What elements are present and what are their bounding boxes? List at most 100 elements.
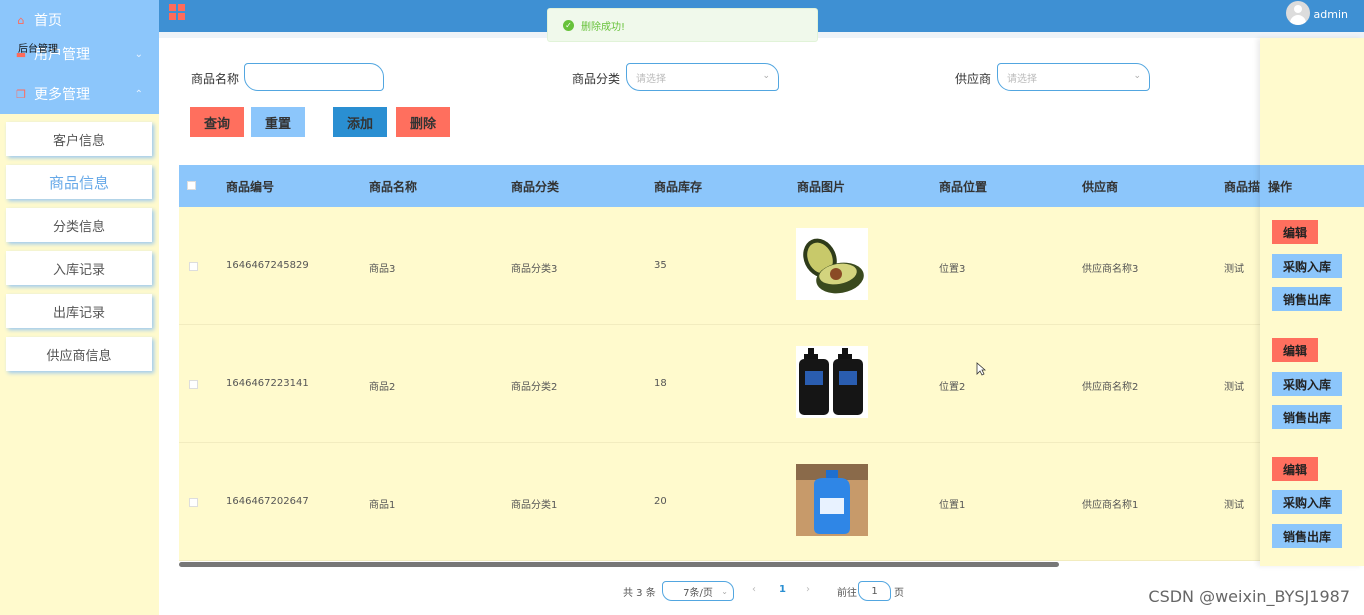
row-checkbox[interactable] — [189, 498, 198, 507]
product-name-input[interactable] — [244, 63, 384, 91]
cell-product-id: 1646467245829 — [226, 260, 309, 271]
submenu-item-supplier[interactable]: 供应商信息 — [6, 337, 152, 371]
chevron-down-icon: ⌄ — [721, 586, 728, 596]
edit-button[interactable]: 编辑 — [1272, 338, 1318, 362]
header-product-name[interactable]: 商品名称 — [369, 178, 417, 195]
submenu-item-stock-in[interactable]: 入库记录 — [6, 251, 152, 285]
add-button[interactable]: 添加 — [333, 107, 387, 137]
chevron-down-icon: ⌄ — [1133, 71, 1141, 81]
cell-product-category: 商品分类2 — [511, 382, 558, 393]
check-circle-icon: ✓ — [563, 19, 574, 31]
delete-button[interactable]: 删除 — [396, 107, 450, 137]
reset-button[interactable]: 重置 — [251, 107, 305, 137]
page-number-current[interactable]: 1 — [779, 584, 786, 595]
chevron-down-icon: ⌄ — [134, 48, 143, 60]
select-all-checkbox[interactable] — [187, 181, 196, 190]
mouse-cursor-icon — [976, 362, 986, 376]
submenu-item-customer[interactable]: 客户信息 — [6, 122, 152, 156]
supplier-placeholder: 请选择 — [1007, 73, 1037, 85]
copy-icon: ❐ — [16, 87, 26, 101]
cell-supplier: 供应商名称1 — [1082, 500, 1139, 511]
sales-out-button[interactable]: 销售出库 — [1272, 405, 1342, 429]
header-product-location[interactable]: 商品位置 — [939, 178, 987, 195]
page-size-value: 7条/页 — [683, 587, 713, 599]
goto-page-value: 1 — [871, 585, 878, 597]
goto-suffix: 页 — [894, 588, 904, 599]
goto-page-input[interactable]: 1 — [858, 581, 891, 601]
operation-column: 操作 编辑 采购入库 销售出库 编辑 采购入库 销售出库 编辑 采购入库 销售出… — [1260, 38, 1364, 566]
purchase-in-button[interactable]: 采购入库 — [1272, 490, 1342, 514]
submenu-item-stock-out[interactable]: 出库记录 — [6, 294, 152, 328]
sidebar-item-more-management[interactable]: ❐ 更多管理 ⌃ — [0, 74, 159, 114]
avatar[interactable] — [1286, 1, 1310, 25]
goto-prefix: 前往 — [837, 588, 857, 599]
sales-out-button[interactable]: 销售出库 — [1272, 524, 1342, 548]
purchase-in-button[interactable]: 采购入库 — [1272, 254, 1342, 278]
prev-page-icon[interactable]: ‹ — [752, 584, 756, 595]
cell-desc: 测试 — [1224, 264, 1244, 275]
supplier-label: 供应商 — [955, 72, 992, 86]
avocado-image — [796, 228, 868, 300]
overlay-text: 后台管理 — [18, 44, 58, 55]
row-checkbox[interactable] — [189, 380, 198, 389]
product-category-label: 商品分类 — [572, 72, 621, 86]
cell-supplier: 供应商名称2 — [1082, 382, 1139, 393]
cell-desc: 测试 — [1224, 382, 1244, 393]
home-icon: ⌂ — [17, 13, 25, 27]
table-row[interactable]: 1646467202647 商品1 商品分类1 20 位置1 供应商名称1 测试 — [179, 443, 1349, 561]
header-product-category[interactable]: 商品分类 — [511, 178, 559, 195]
detergent-image — [796, 464, 868, 536]
sidebar: ⌂ 首页 ▬ 用户管理 ⌄ ❐ 更多管理 ⌃ 后台管理 客户信息 商品信息 分类… — [0, 0, 159, 615]
header-operations: 操作 — [1268, 180, 1293, 194]
cell-product-name: 商品1 — [369, 500, 396, 511]
cell-location: 位置2 — [939, 382, 966, 393]
header-product-image[interactable]: 商品图片 — [797, 178, 845, 195]
cell-product-category: 商品分类3 — [511, 264, 558, 275]
sidebar-item-label: 更多管理 — [34, 87, 90, 103]
cell-location: 位置1 — [939, 500, 966, 511]
header-product-id[interactable]: 商品编号 — [226, 178, 274, 195]
table-row[interactable]: 1646467223141 商品2 商品分类2 18 位置2 供应商名称2 测试 — [179, 325, 1349, 443]
edit-button[interactable]: 编辑 — [1272, 457, 1318, 481]
cell-product-id: 1646467223141 — [226, 378, 309, 389]
sales-out-button[interactable]: 销售出库 — [1272, 287, 1342, 311]
purchase-in-button[interactable]: 采购入库 — [1272, 372, 1342, 396]
main-content: 商品名称 商品分类 请选择 ⌄ 供应商 请选择 ⌄ 查询 重置 添加 删除 商品… — [159, 32, 1364, 615]
table-row[interactable]: 1646467245829 商品3 商品分类3 35 位置3 供应商名称3 测试 — [179, 207, 1349, 325]
category-select[interactable]: 请选择 ⌄ — [626, 63, 779, 91]
menu-grid-icon[interactable] — [169, 4, 185, 20]
page-size-select[interactable]: 7条/页 ⌄ — [662, 581, 734, 601]
product-name-label: 商品名称 — [191, 72, 240, 86]
cell-product-stock: 35 — [654, 260, 667, 271]
header-product-stock[interactable]: 商品库存 — [654, 178, 702, 195]
mens-bottles-image — [796, 346, 868, 418]
watermark: CSDN @weixin_BYSJ1987 — [1148, 587, 1350, 606]
cell-product-name: 商品2 — [369, 382, 396, 393]
success-toast: ✓ 删除成功! — [547, 8, 818, 42]
sidebar-item-label: 首页 — [34, 13, 62, 29]
horizontal-scrollbar[interactable] — [179, 562, 1059, 567]
supplier-select[interactable]: 请选择 ⌄ — [997, 63, 1150, 91]
username[interactable]: admin — [1314, 8, 1348, 21]
cell-product-stock: 18 — [654, 378, 667, 389]
toast-message: 删除成功! — [581, 21, 626, 33]
sidebar-menu-header: ⌂ 首页 ▬ 用户管理 ⌄ ❐ 更多管理 ⌃ 后台管理 — [0, 0, 159, 114]
chevron-up-icon: ⌃ — [134, 88, 143, 100]
submenu-item-category[interactable]: 分类信息 — [6, 208, 152, 242]
submenu-item-product[interactable]: 商品信息 — [6, 165, 152, 199]
cell-location: 位置3 — [939, 264, 966, 275]
cell-supplier: 供应商名称3 — [1082, 264, 1139, 275]
table-header: 商品编号 商品名称 商品分类 商品库存 商品图片 商品位置 供应商 商品描 — [179, 165, 1349, 207]
operation-header: 操作 — [1260, 165, 1364, 207]
query-button[interactable]: 查询 — [190, 107, 244, 137]
chevron-down-icon: ⌄ — [762, 71, 770, 81]
pagination-total: 共 3 条 — [623, 588, 656, 599]
category-placeholder: 请选择 — [636, 73, 666, 85]
next-page-icon[interactable]: › — [806, 584, 810, 595]
edit-button[interactable]: 编辑 — [1272, 220, 1318, 244]
header-supplier[interactable]: 供应商 — [1082, 178, 1118, 195]
row-checkbox[interactable] — [189, 262, 198, 271]
cell-product-category: 商品分类1 — [511, 500, 558, 511]
header-product-desc[interactable]: 商品描 — [1224, 178, 1260, 195]
cell-product-name: 商品3 — [369, 264, 396, 275]
